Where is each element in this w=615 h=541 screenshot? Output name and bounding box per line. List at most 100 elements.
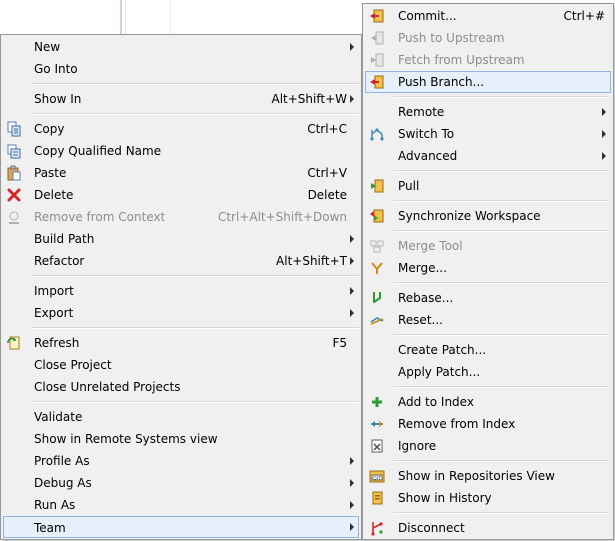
menu-item-remove-from-context[interactable]: Remove from Context Ctrl+Alt+Shift+Down [3, 206, 359, 228]
menu-item-profile-as[interactable]: Profile As [3, 450, 359, 472]
menu-item-remove-from-index[interactable]: Remove from Index [365, 413, 611, 435]
disconnect-icon [371, 522, 383, 536]
switch-branch-icon [370, 128, 384, 141]
menu-item-synchronize-workspace[interactable]: Synchronize Workspace [365, 205, 611, 227]
menu-item-label: Synchronize Workspace [398, 209, 541, 223]
menu-item-push-branch[interactable]: Push Branch... [365, 71, 611, 93]
menu-item-push-to-upstream[interactable]: Push to Upstream [365, 27, 611, 49]
menu-item-run-as[interactable]: Run As [3, 494, 359, 516]
synchronize-icon [370, 209, 384, 223]
push-branch-icon [370, 75, 384, 89]
menu-item-commit[interactable]: Commit... Ctrl+# [365, 5, 611, 27]
menu-separator [31, 401, 359, 403]
menu-item-show-in-history[interactable]: Show in History [365, 487, 611, 509]
menu-item-rebase[interactable]: Rebase... [365, 287, 611, 309]
menu-separator [393, 386, 609, 388]
menu-item-copy[interactable]: Copy Ctrl+C [3, 118, 359, 140]
submenu-arrow-icon [350, 479, 354, 487]
menu-item-label: Disconnect [398, 521, 465, 535]
context-menu: New Go Into Show In Alt+Shift+W Copy Ctr… [0, 34, 362, 540]
menu-item-label: Reset... [398, 313, 443, 327]
menu-item-show-in-remote-systems[interactable]: Show in Remote Systems view [3, 428, 359, 450]
menu-item-show-in[interactable]: Show In Alt+Shift+W [3, 88, 359, 110]
menu-item-debug-as[interactable]: Debug As [3, 472, 359, 494]
menu-item-validate[interactable]: Validate [3, 406, 359, 428]
background-divider [170, 0, 171, 34]
menu-item-import[interactable]: Import [3, 280, 359, 302]
merge-icon [371, 262, 383, 274]
submenu-arrow-icon [602, 152, 606, 160]
menu-item-close-project[interactable]: Close Project [3, 354, 359, 376]
menu-item-label: Add to Index [398, 395, 474, 409]
menu-item-remote[interactable]: Remote [365, 101, 611, 123]
background-divider [125, 0, 126, 34]
menu-item-shortcut: Ctrl+Alt+Shift+Down [217, 210, 347, 224]
menu-item-label: Rebase... [398, 291, 454, 305]
remove-from-context-icon [9, 211, 19, 224]
menu-item-ignore[interactable]: Ignore [365, 435, 611, 457]
menu-item-label: Refactor [34, 254, 85, 268]
menu-item-go-into[interactable]: Go Into [3, 58, 359, 80]
menu-item-shortcut: Ctrl+# [563, 9, 605, 23]
menu-item-shortcut: Ctrl+V [307, 166, 347, 180]
menu-item-label: Import [34, 284, 74, 298]
menu-item-team[interactable]: Team [3, 516, 359, 538]
menu-item-label: Build Path [34, 232, 95, 246]
submenu-arrow-icon [350, 287, 354, 295]
reset-icon [370, 317, 384, 325]
menu-item-switch-to[interactable]: Switch To [365, 123, 611, 145]
rebase-icon [373, 292, 381, 303]
menu-item-label: Remove from Index [398, 417, 516, 431]
menu-item-add-to-index[interactable]: Add to Index [365, 391, 611, 413]
menu-item-copy-qualified-name[interactable]: Copy Qualified Name [3, 140, 359, 162]
submenu-arrow-icon [350, 309, 354, 317]
menu-item-label: Fetch from Upstream [398, 53, 525, 67]
menu-item-label: Validate [34, 410, 83, 424]
menu-item-label: Commit... [398, 9, 457, 23]
svg-text:GIT: GIT [373, 476, 381, 482]
menu-item-build-path[interactable]: Build Path [3, 228, 359, 250]
menu-item-label: Merge... [398, 261, 447, 275]
menu-item-refresh[interactable]: Refresh F5 [3, 332, 359, 354]
menu-item-label: Show in History [398, 491, 492, 505]
menu-item-label: Show in Remote Systems view [34, 432, 218, 446]
menu-item-create-patch[interactable]: Create Patch... [365, 339, 611, 361]
menu-item-merge[interactable]: Merge... [365, 257, 611, 279]
menu-item-shortcut: Alt+Shift+W [271, 92, 348, 106]
menu-separator [393, 282, 609, 284]
fetch-upstream-icon [371, 53, 384, 67]
menu-item-reset[interactable]: Reset... [365, 309, 611, 331]
submenu-arrow-icon [350, 257, 354, 265]
menu-item-label: Show in Repositories View [398, 469, 555, 483]
menu-item-new[interactable]: New [3, 36, 359, 58]
menu-separator [31, 327, 359, 329]
commit-icon [370, 9, 384, 23]
menu-item-paste[interactable]: Paste Ctrl+V [3, 162, 359, 184]
menu-separator [393, 460, 609, 462]
menu-item-close-unrelated-projects[interactable]: Close Unrelated Projects [3, 376, 359, 398]
menu-separator [31, 275, 359, 277]
menu-item-label: New [34, 40, 61, 54]
background-divider [120, 0, 122, 34]
menu-item-fetch-from-upstream[interactable]: Fetch from Upstream [365, 49, 611, 71]
menu-separator [393, 170, 609, 172]
menu-item-merge-tool[interactable]: Merge Tool [365, 235, 611, 257]
menu-item-export[interactable]: Export [3, 302, 359, 324]
team-submenu: Commit... Ctrl+# Push to Upstream Fetch … [362, 3, 614, 540]
remove-from-index-icon [371, 421, 383, 427]
menu-item-show-in-repositories-view[interactable]: GIT Show in Repositories View [365, 465, 611, 487]
menu-item-label: Merge Tool [398, 239, 463, 253]
menu-separator [393, 230, 609, 232]
menu-item-pull[interactable]: Pull [365, 175, 611, 197]
menu-item-delete[interactable]: Delete Delete [3, 184, 359, 206]
menu-item-label: Copy [34, 122, 65, 136]
menu-separator [393, 512, 609, 514]
menu-item-apply-patch[interactable]: Apply Patch... [365, 361, 611, 383]
menu-item-advanced[interactable]: Advanced [365, 145, 611, 167]
menu-item-refactor[interactable]: Refactor Alt+Shift+T [3, 250, 359, 272]
menu-item-label: Refresh [34, 336, 80, 350]
ignore-icon [371, 439, 383, 453]
menu-item-label: Delete [34, 188, 74, 202]
menu-separator [31, 83, 359, 85]
menu-item-disconnect[interactable]: Disconnect [365, 517, 611, 539]
